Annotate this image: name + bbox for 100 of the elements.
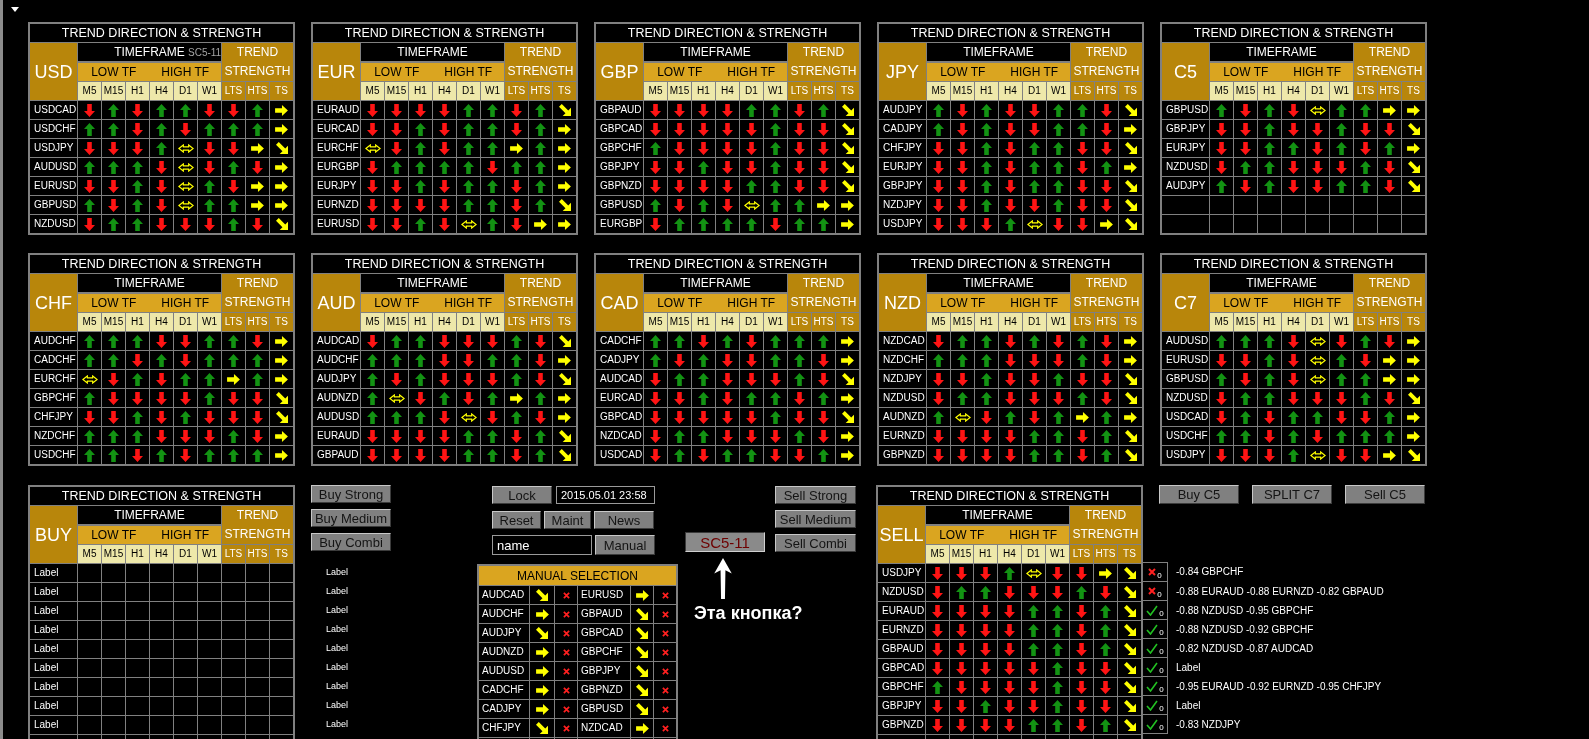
group-button[interactable]: Buy C5 [1159,485,1239,504]
pair-label: EURNZD [879,427,926,445]
column-header: TS [553,82,576,100]
pair-label[interactable]: AUDNZD [479,643,529,661]
column-header: HTS [812,82,835,100]
column-header: HTS [812,313,835,331]
pair-label[interactable]: GBPCHF [578,643,630,661]
pair-label: AUDUSD [1162,332,1209,350]
strength-header: TREND STRENGTH [222,274,293,312]
correlation-note: -0.88 NZDUSD -0.95 GBPCHF [1176,605,1314,616]
correlation-note: -0.82 NZDUSD -0.87 AUDCAD [1176,643,1314,654]
pair-label: GBPAUD [878,640,925,658]
news-button[interactable]: News [594,511,654,529]
high-tf-label: HIGH TF [161,296,210,309]
column-header: W1 [1330,82,1353,100]
pair-label[interactable]: AUDCHF [479,605,529,623]
panel-title: TREND DIRECTION & STRENGTH [596,255,859,273]
strength-header: TREND STRENGTH [505,43,576,81]
pair-label: Label [30,716,77,734]
count-label: 0 [1159,667,1164,675]
column-header: M5 [927,313,950,331]
pair-label[interactable]: AUDCAD [479,586,529,604]
pair-label[interactable]: NZDCAD [578,719,630,737]
column-header: H4 [716,82,739,100]
low-tf-label: LOW TF [657,65,703,78]
pair-label[interactable]: GBPCAD [578,624,630,642]
row-label: Label [326,625,349,634]
column-header: H1 [1258,313,1281,331]
sell-button[interactable]: Sell Strong [775,486,856,504]
pair-label[interactable]: GBPNZD [578,681,630,699]
column-header: TS [1119,82,1142,100]
group-button[interactable]: SPLIT C7 [1252,485,1332,504]
low-tf-label: LOW TF [939,528,985,541]
pair-label: EURJPY [1162,139,1209,157]
high-tf-label: HIGH TF [1293,296,1342,309]
pair-label: EURJPY [313,177,360,195]
strength-header: TREND STRENGTH [788,43,859,81]
pair-label: NZDCAD [596,427,643,445]
currency-label: CHF [30,274,77,331]
pair-label: GBPJPY [596,158,643,176]
reset-button[interactable]: Reset [492,511,541,529]
sc-button[interactable]: SC5-11 [685,532,765,552]
pair-label[interactable]: GBPJPY [578,662,630,680]
column-header: HTS [1378,82,1401,100]
datetime-field[interactable]: 2015.05.01 23:58 [556,486,655,504]
column-header: M5 [361,313,384,331]
correlation-note: Label [1176,662,1201,673]
correlation-note: -0.95 EURAUD -0.92 EURNZD -0.95 CHFJPY [1176,681,1382,692]
timeframe-header: TIMEFRAME [927,274,1070,292]
cross-icon [661,667,669,675]
pair-label[interactable]: CHFJPY [479,719,529,737]
buy-button[interactable]: Buy Combi [311,533,391,551]
column-header: H1 [126,545,149,563]
sell-button[interactable]: Sell Medium [775,510,856,528]
column-header: TS [836,313,859,331]
pair-label: NZDJPY [879,370,926,388]
column-header: W1 [1330,313,1353,331]
pair-label: EURUSD [30,177,77,195]
pair-label[interactable]: AUDJPY [479,624,529,642]
column-header: D1 [1022,545,1045,563]
pair-label[interactable]: CADCHF [479,681,529,699]
dropdown-icon[interactable] [11,7,19,12]
cross-icon [661,591,669,599]
column-header: LTS [788,313,811,331]
manual-button[interactable]: Manual [595,535,655,555]
strength-header: TREND STRENGTH [505,274,576,312]
column-header: D1 [740,313,763,331]
column-header: TS [270,82,293,100]
timeframe-header: TIMEFRAME [644,274,787,292]
pair-label: GBPNZD [596,177,643,195]
buy-button[interactable]: Buy Strong [311,485,391,503]
pair-label: GBPCHF [596,139,643,157]
buy-button[interactable]: Buy Medium [311,509,391,527]
name-field[interactable]: name [492,535,592,555]
pair-label[interactable]: CADJPY [479,700,529,718]
column-header: W1 [198,82,221,100]
pair-label: GBPCAD [596,120,643,138]
column-header: W1 [1047,82,1070,100]
column-header: M5 [361,82,384,100]
pair-label[interactable]: GBPUSD [578,700,630,718]
pair-label: AUDCAD [313,332,360,350]
column-header: M5 [644,82,667,100]
maint-button[interactable]: Maint [544,511,591,529]
lock-button[interactable]: Lock [492,486,552,504]
sell-button[interactable]: Sell Combi [775,534,856,552]
group-button[interactable]: Sell C5 [1345,485,1425,504]
column-header: HTS [1095,82,1118,100]
pair-label[interactable]: EURUSD [578,586,630,604]
count-label: 0 [1157,591,1162,599]
count-label: 0 [1159,705,1164,713]
manual-selection-title: MANUAL SELECTION [479,566,676,585]
pair-label[interactable]: AUDUSD [479,662,529,680]
column-header: D1 [174,82,197,100]
pair-label: USDCAD [30,101,77,119]
pair-label: GBPCAD [596,408,643,426]
pair-label[interactable]: GBPAUD [578,605,630,623]
low-tf-label: LOW TF [940,296,986,309]
high-tf-label: HIGH TF [161,528,210,541]
row-label: Label [326,606,349,615]
correlation-note: -0.84 GBPCHF [1176,567,1244,577]
